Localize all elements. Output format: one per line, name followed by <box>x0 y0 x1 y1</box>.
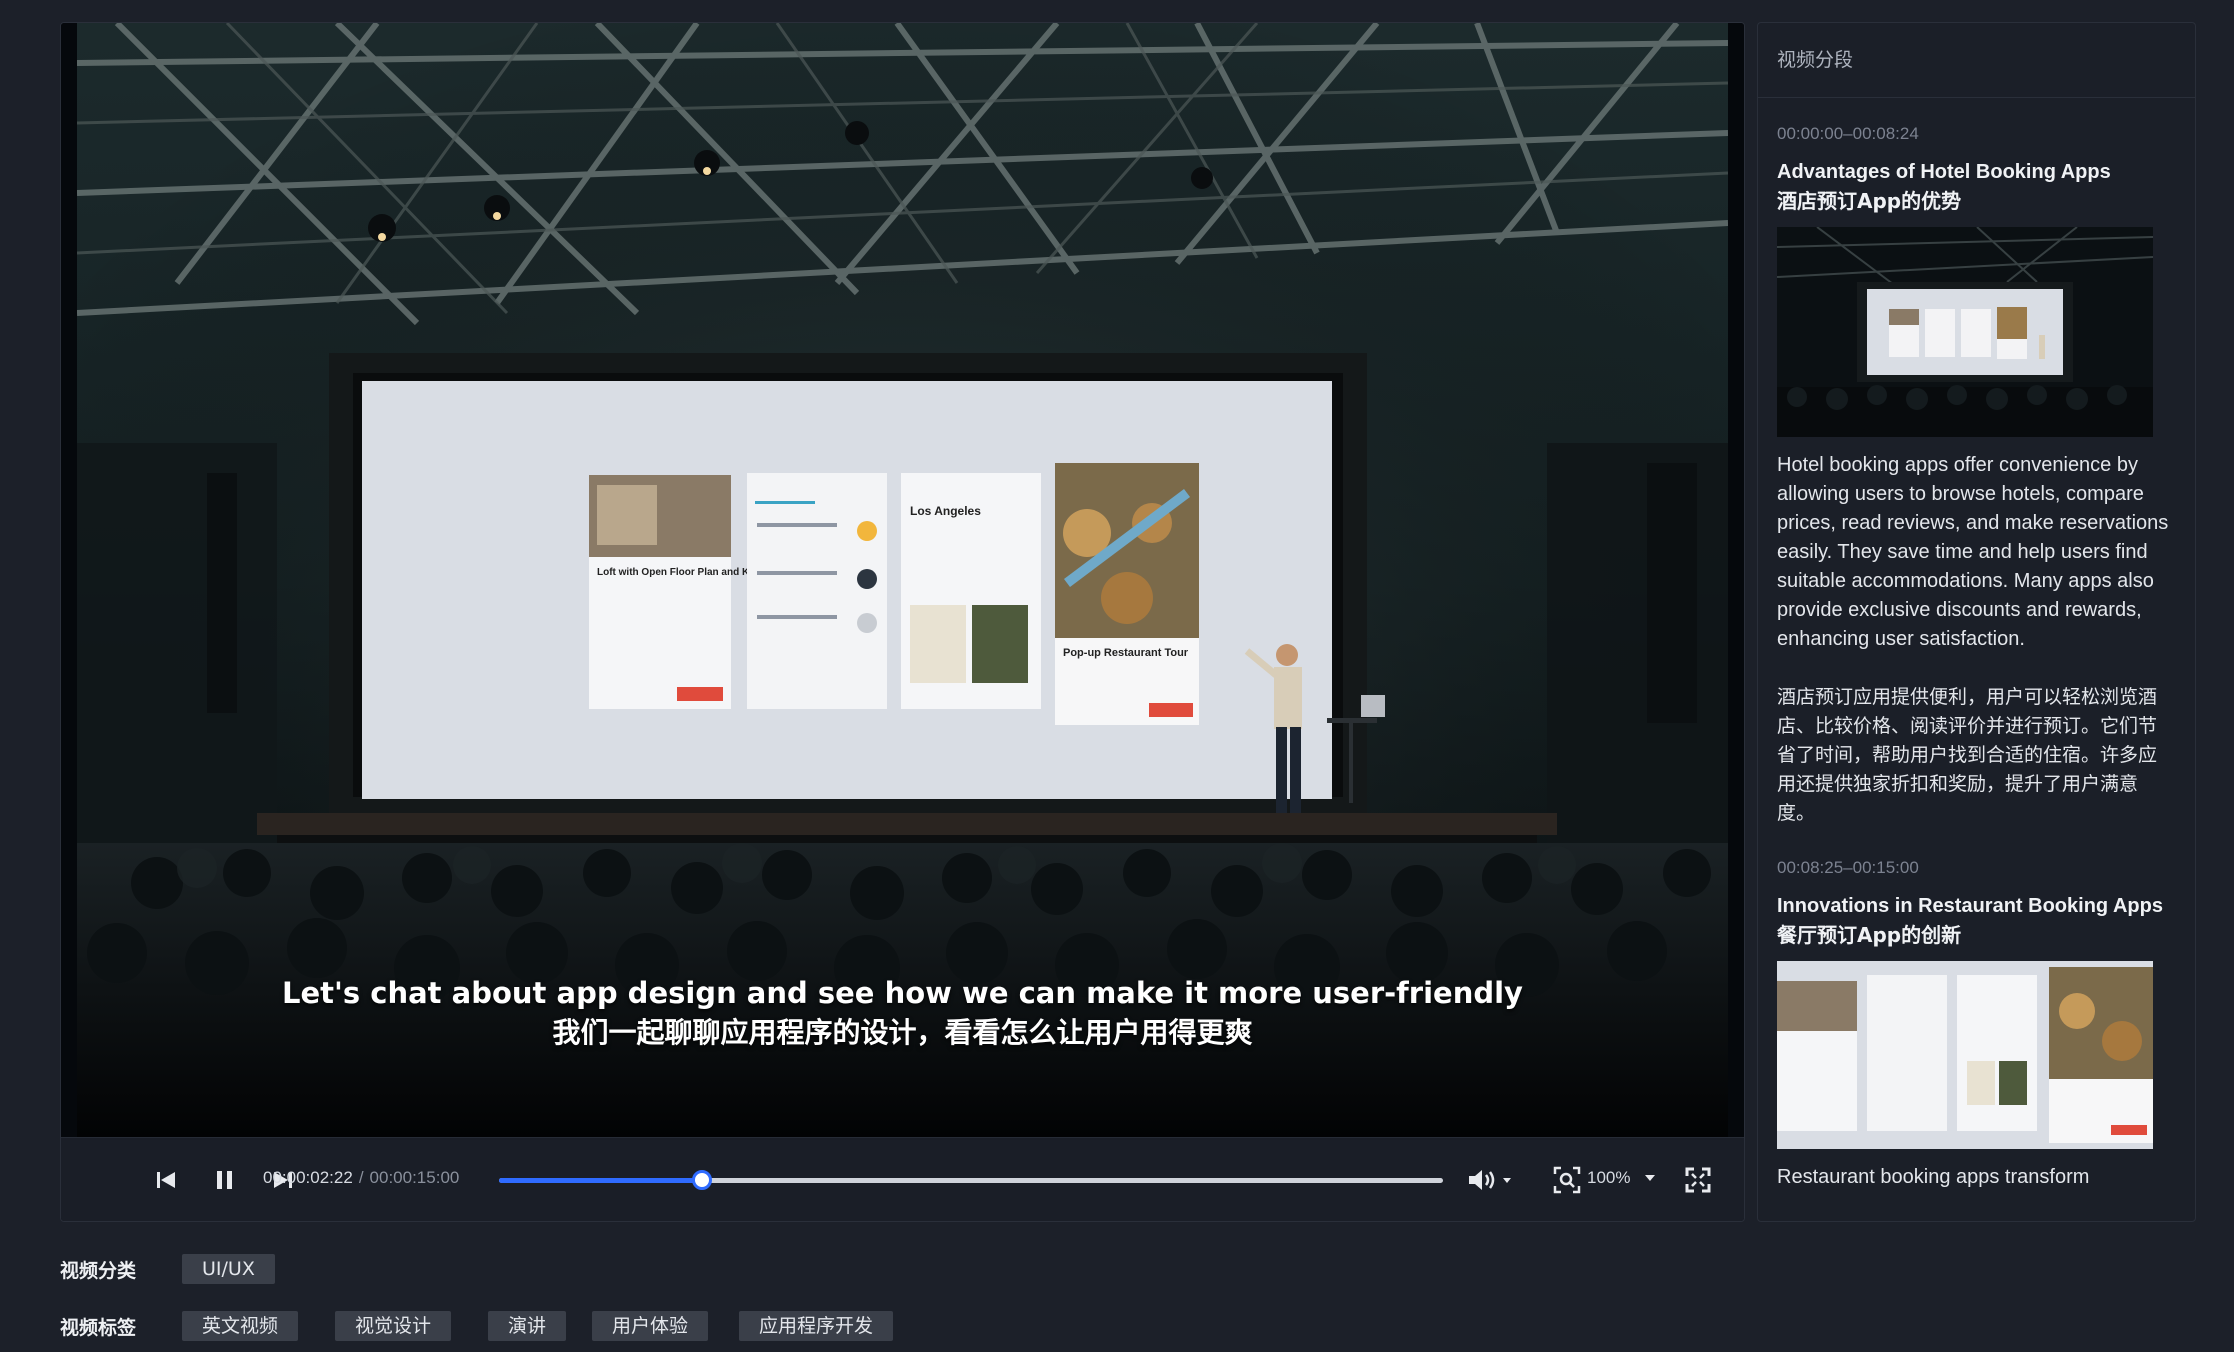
prev-icon <box>157 1172 175 1188</box>
segment-time: 00:08:25–00:15:00 <box>1777 858 1919 877</box>
current-time: 00:00:02:22 <box>263 1168 353 1187</box>
chevron-down-icon <box>1645 1175 1656 1181</box>
fullscreen-icon <box>1685 1167 1711 1193</box>
tag-item[interactable]: 英文视频 <box>182 1311 299 1341</box>
segments-panel-title: 视频分段 <box>1758 23 2195 98</box>
player-controls: 00:00:02:22 / 00:00:15:00 100% <box>61 1137 1744 1221</box>
tag-item[interactable]: 用户体验 <box>592 1311 709 1341</box>
slide-card3-title: Los Angeles <box>910 504 981 518</box>
slide-card4-title: Pop-up Restaurant Tour <box>1063 647 1189 659</box>
video-scene-image: Loft with Open Floor Plan and Kitchen Lo… <box>77 23 1728 1137</box>
volume-button[interactable] <box>1465 1164 1519 1196</box>
segment-description-en: Hotel booking apps offer convenience by … <box>1777 454 2169 650</box>
chevron-down-icon <box>1503 1178 1511 1183</box>
category-label: 视频分类 <box>60 1260 137 1282</box>
subtitles: Let's chat about app design and see how … <box>61 973 1744 1053</box>
zoom-icon <box>1553 1166 1581 1194</box>
progress-fill <box>499 1178 702 1183</box>
previous-button[interactable] <box>150 1164 182 1196</box>
fullscreen-button[interactable] <box>1682 1164 1714 1196</box>
subtitle-english: Let's chat about app design and see how … <box>282 976 1523 1010</box>
time-separator: / <box>358 1168 364 1187</box>
zoom-button[interactable] <box>1551 1164 1583 1196</box>
duration: 00:00:15:00 <box>369 1168 460 1187</box>
segment-title-en: Innovations in Restaurant Booking Apps <box>1777 895 2163 917</box>
segment-thumbnail-image <box>1777 961 2153 1149</box>
pause-icon <box>217 1171 232 1189</box>
segment-thumbnail-image <box>1777 227 2153 437</box>
segment-item[interactable]: 00:08:25–00:15:00 Innovations in Restaur… <box>1758 858 2195 1192</box>
video-frame[interactable]: Loft with Open Floor Plan and Kitchen Lo… <box>61 23 1744 1137</box>
segment-title-zh: 酒店预订App的优势 <box>1777 189 1962 213</box>
segment-item[interactable]: 00:00:00–00:08:24 Advantages of Hotel Bo… <box>1758 124 2195 828</box>
segment-title-en: Advantages of Hotel Booking Apps <box>1777 161 2111 183</box>
segment-thumbnail[interactable] <box>1777 961 2153 1149</box>
zoom-level-select[interactable]: 100% <box>1587 1168 1657 1188</box>
progress-bar[interactable] <box>499 1170 1443 1190</box>
segment-title-zh: 餐厅预订App的创新 <box>1777 923 1962 947</box>
tag-item[interactable]: 应用程序开发 <box>739 1311 894 1341</box>
progress-handle[interactable] <box>691 1170 712 1190</box>
tags-label: 视频标签 <box>60 1317 137 1339</box>
segment-title: Advantages of Hotel Booking Apps 酒店预订App… <box>1777 158 2175 216</box>
time-display: 00:00:02:22 / 00:00:15:00 <box>263 1168 459 1188</box>
segment-time: 00:00:00–00:08:24 <box>1777 124 1919 143</box>
segments-panel: 视频分段 00:00:00–00:08:24 Advantages of Hot… <box>1757 22 2196 1222</box>
tag-item[interactable]: 演讲 <box>488 1311 567 1341</box>
segment-description-en: Restaurant booking apps transform <box>1777 1166 2090 1188</box>
subtitle-chinese: 我们一起聊聊应用程序的设计，看看怎么让用户用得更爽 <box>552 1016 1253 1049</box>
category-tag[interactable]: UI/UX <box>182 1254 275 1284</box>
segment-thumbnail[interactable] <box>1777 227 2153 437</box>
video-player: Loft with Open Floor Plan and Kitchen Lo… <box>60 22 1745 1222</box>
pause-button[interactable] <box>209 1164 241 1196</box>
tag-item[interactable]: 视觉设计 <box>335 1311 452 1341</box>
segment-title: Innovations in Restaurant Booking Apps 餐… <box>1777 892 2175 950</box>
segment-description-zh: 酒店预订应用提供便利，用户可以轻松浏览酒店、比较价格、阅读评价并进行预订。它们节… <box>1777 686 2158 824</box>
zoom-level: 100% <box>1587 1168 1631 1187</box>
volume-icon <box>1469 1170 1511 1190</box>
